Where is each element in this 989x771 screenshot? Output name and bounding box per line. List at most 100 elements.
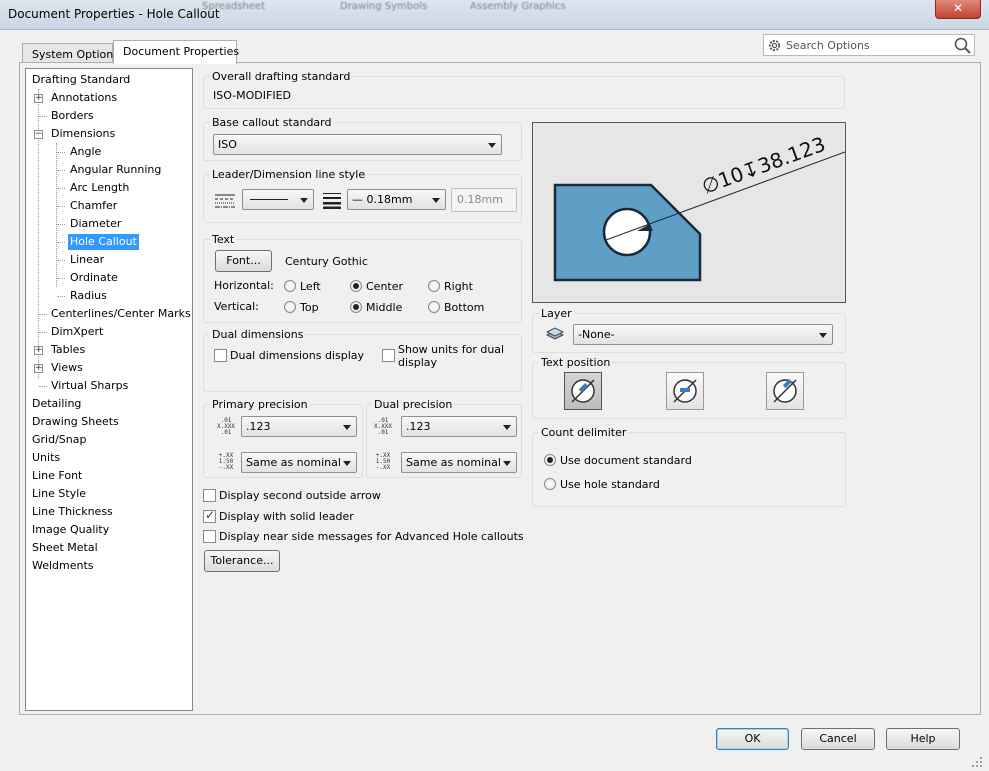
cancel-button[interactable]: Cancel [801,728,875,750]
expand-icon[interactable]: + [34,364,43,373]
tree-item[interactable]: Tables [49,342,87,358]
tree-item[interactable]: Linear [68,252,106,268]
tree-item[interactable]: Dimensions [49,126,117,142]
near-side-messages-checkbox[interactable] [203,530,216,543]
tree-item[interactable]: Line Style [30,486,88,502]
help-button[interactable]: Help [886,728,960,750]
layer-dropdown[interactable]: -None- [573,324,833,345]
options-tree[interactable]: Drafting Standard + Annotations Borders − Dim… [25,68,193,711]
tree-item[interactable]: Ordinate [68,270,120,286]
precision-icon: .01 X.XXX .01 [216,417,236,436]
tree-item[interactable]: Borders [49,108,96,124]
tree-item[interactable]: Drafting Standard [30,72,132,88]
line-style-dropdown[interactable] [242,189,314,210]
radio-use-document-standard-label: Use document standard [560,454,692,467]
radio-use-hole-standard[interactable] [544,478,556,490]
text-position-aligned-button[interactable] [564,372,602,410]
search-options-box[interactable]: Search Options [763,34,975,56]
tolerance-button[interactable]: Tolerance... [204,550,280,572]
close-button[interactable]: ✕ [935,0,981,19]
text-position-title: Text position [539,356,613,369]
radio-v-top-label: Top [300,301,319,314]
dropdown-value: — 0.18mm [352,193,413,206]
radio-h-left-label: Left [300,280,321,293]
solid-leader-checkbox[interactable] [203,508,216,523]
primary-tolerance-dropdown[interactable]: Same as nominal [241,452,357,473]
tree-item[interactable]: Chamfer [68,198,119,214]
ok-button[interactable]: OK [716,728,789,750]
tree-item[interactable]: Image Quality [30,522,111,538]
text-position-horizontal-button[interactable] [666,372,704,410]
tree-item[interactable]: Angle [68,144,103,160]
dual-precision-title: Dual precision [372,398,455,411]
radio-h-left[interactable] [284,280,296,292]
tree-item[interactable]: Virtual Sharps [49,378,130,394]
tree-item[interactable]: Arc Length [68,180,131,196]
tree-item[interactable]: Units [30,450,62,466]
base-callout-dropdown[interactable]: ISO [213,134,502,155]
tolerance-precision-icon: +.XX 1.50 -.XX [375,452,391,471]
radio-use-document-standard[interactable] [544,454,556,466]
chevron-down-icon [503,461,511,466]
near-side-messages-label: Display near side messages for Advanced … [219,530,524,543]
expand-icon[interactable]: + [34,94,43,103]
gear-icon[interactable] [767,38,782,53]
font-button[interactable]: Font... [215,250,272,272]
tree-item[interactable]: Line Thickness [30,504,115,520]
radio-v-bottom-label: Bottom [444,301,485,314]
resize-grip-icon[interactable] [970,755,984,769]
tree-item[interactable]: DimXpert [49,324,105,340]
radio-h-right[interactable] [428,280,440,292]
window-title: Document Properties - Hole Callout [8,7,220,21]
show-units-dual-checkbox[interactable] [382,349,395,362]
vertical-label: Vertical: [214,300,259,313]
chevron-down-icon [488,143,496,148]
tree-item[interactable]: Radius [68,288,109,304]
line-thickness-dropdown[interactable]: — 0.18mm [347,189,446,210]
expand-icon[interactable]: + [34,346,43,355]
tree-item[interactable]: Line Font [30,468,84,484]
tree-item[interactable]: Weldments [30,558,96,574]
tree-item[interactable]: Hole Callout [68,234,139,250]
dropdown-value: .123 [406,420,431,433]
layers-icon [545,327,565,340]
radio-v-top[interactable] [284,301,296,313]
chevron-down-icon [343,461,351,466]
radio-v-middle[interactable] [350,301,362,313]
tree-item[interactable]: Annotations [49,90,119,106]
tab-document-properties[interactable]: Document Properties [113,40,239,64]
dropdown-value: .123 [246,420,271,433]
collapse-icon[interactable]: − [34,130,43,139]
base-callout-title: Base callout standard [210,116,334,129]
tree-item[interactable]: Centerlines/Center Marks [49,306,193,322]
custom-thickness-value: 0.18mm [457,193,503,206]
tree-item[interactable]: Grid/Snap [30,432,88,448]
dropdown-value: Same as nominal [406,456,501,469]
background-ghost-text: Assembly Graphics [470,1,566,12]
tree-item[interactable]: Sheet Metal [30,540,100,556]
background-ghost-text: Spreadsheet [202,1,265,12]
font-name: Century Gothic [285,255,368,268]
text-above-icon [773,379,797,403]
primary-precision-dropdown[interactable]: .123 [241,416,357,437]
tree-item[interactable]: Detailing [30,396,83,412]
second-outside-arrow-checkbox[interactable] [203,489,216,502]
line-thickness-icon [323,193,341,209]
radio-h-center[interactable] [350,280,362,292]
dual-dimensions-checkbox[interactable] [214,349,227,362]
background-ghost-text: Drawing Symbols [340,1,428,12]
custom-thickness-field[interactable]: 0.18mm [451,188,517,212]
dual-precision-dropdown[interactable]: .123 [401,416,517,437]
overall-standard-value: ISO-MODIFIED [213,89,292,102]
tree-item[interactable]: Angular Running [68,162,163,178]
tree-item[interactable]: Drawing Sheets [30,414,121,430]
second-outside-arrow-label: Display second outside arrow [219,489,381,502]
text-position-above-button[interactable] [766,372,804,410]
tab-system-options[interactable]: System Options [22,43,119,63]
tree-item[interactable]: Diameter [68,216,123,232]
tree-item[interactable]: Views [49,360,85,376]
radio-v-bottom[interactable] [428,301,440,313]
chevron-down-icon [432,198,440,203]
search-icon[interactable] [954,37,971,54]
dual-tolerance-dropdown[interactable]: Same as nominal [401,452,517,473]
